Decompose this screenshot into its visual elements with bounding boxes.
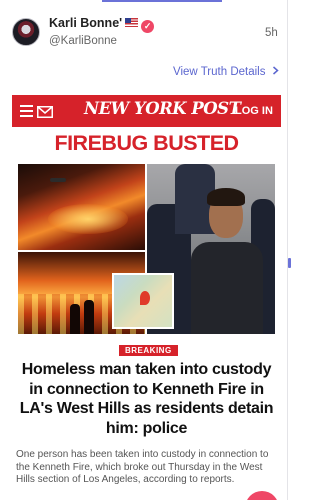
post-timestamp: 5h [265, 27, 278, 39]
chevron-right-icon [272, 66, 279, 78]
view-truth-details-link[interactable]: View Truth Details [173, 66, 279, 78]
banner-headline: FIREBUG BUSTED [54, 131, 239, 155]
author-handle[interactable]: @KarliBonne [49, 35, 117, 47]
view-details-label: View Truth Details [173, 66, 266, 78]
scroll-track[interactable] [287, 0, 288, 500]
verified-badge-icon: ✓ [141, 20, 155, 33]
nyp-logo[interactable]: NEW YORK POST [84, 99, 241, 118]
fire-location-map [112, 273, 174, 329]
scrollbar-thumb[interactable] [288, 258, 291, 268]
us-flag-icon [125, 18, 139, 27]
mail-icon[interactable] [37, 105, 53, 118]
nyp-top-bar: NEW YORK POST LOG IN [12, 95, 281, 127]
author-name-row[interactable]: Karli Bonne' ✓ [49, 16, 155, 33]
article-description: One person has been taken into custody i… [16, 449, 269, 485]
avatar[interactable] [12, 18, 40, 46]
author-name[interactable]: Karli Bonne' [49, 16, 122, 30]
firefighting-plane-icon [50, 178, 66, 182]
article-title[interactable]: Homeless man taken into custody in conne… [16, 360, 277, 438]
login-button[interactable]: LOG IN [235, 105, 273, 117]
breaking-tag: BREAKING [119, 345, 178, 356]
news-link-card[interactable]: NEW YORK POST LOG IN FIREBUG BUSTED BREA… [12, 95, 281, 500]
wildfire-photo-top [18, 164, 145, 250]
menu-icon[interactable] [20, 105, 33, 117]
post-header: Karli Bonne' ✓ @KarliBonne 5h [0, 0, 287, 62]
